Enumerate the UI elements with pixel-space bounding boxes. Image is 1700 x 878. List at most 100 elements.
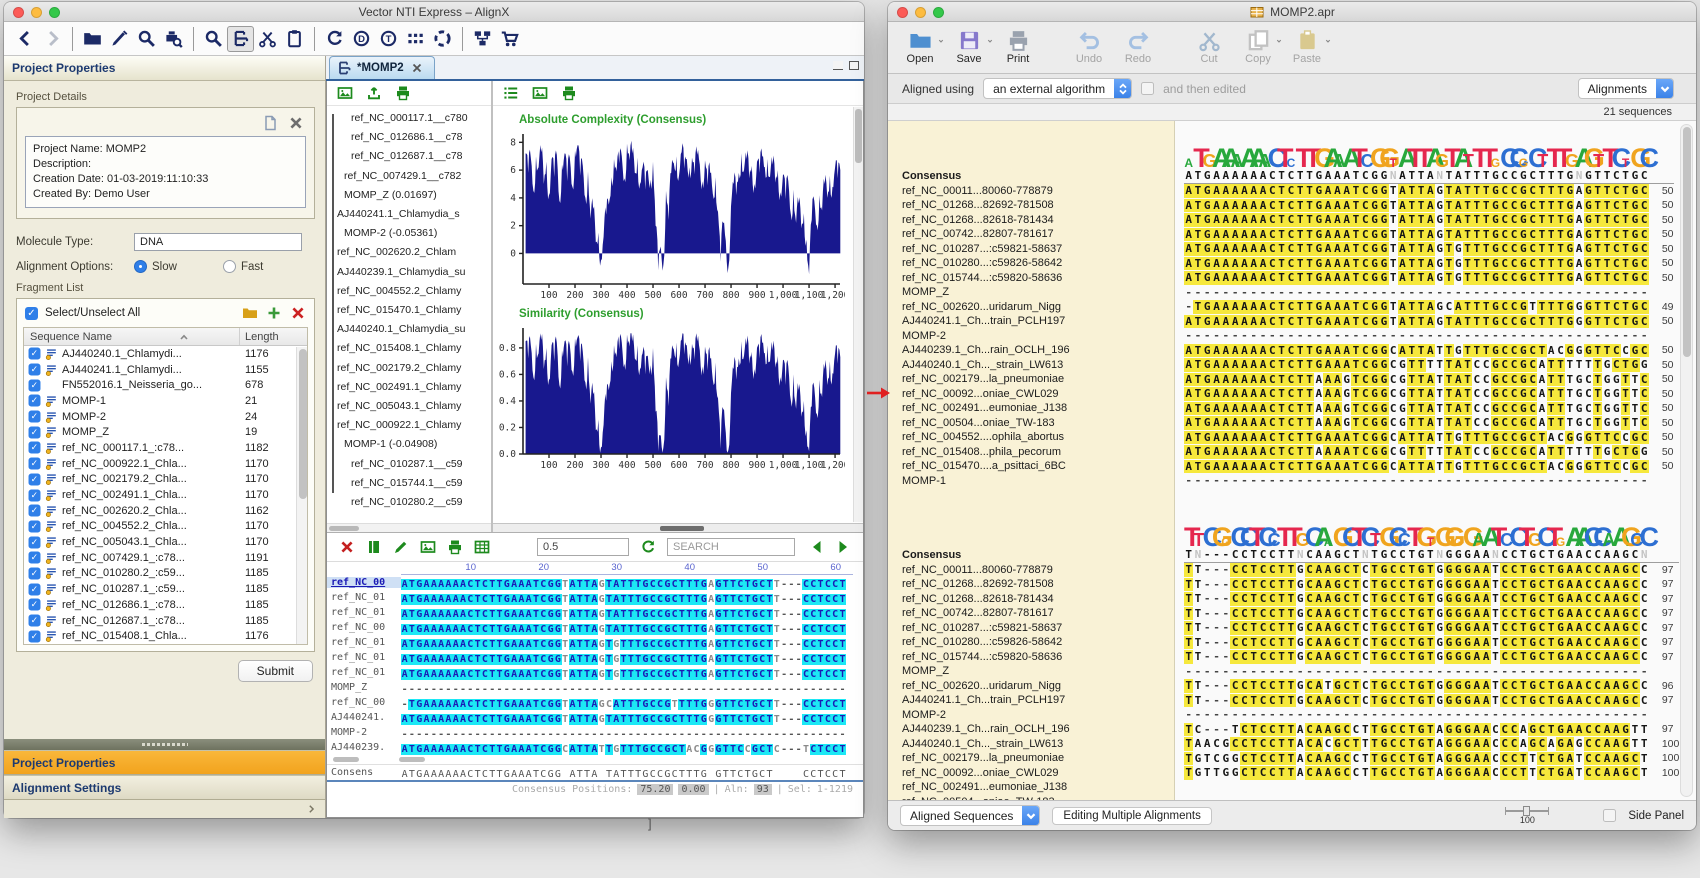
close-tab-icon[interactable] (409, 60, 425, 76)
alignments-dropdown[interactable]: Alignments (1578, 78, 1674, 99)
print-icon[interactable] (561, 85, 577, 101)
next-icon[interactable] (835, 539, 851, 555)
sequence-name[interactable]: ref_NC_010287...:c59821-58637 (902, 242, 1175, 257)
tree-item[interactable]: MOMP-1 (-0.04908) (337, 435, 491, 454)
fragment-row[interactable]: ✓ref_NC_012687.1_:c78...1185 (24, 613, 307, 629)
fragment-row[interactable]: ✓AJ440240.1_Chlamydi...1176 (24, 346, 307, 362)
tree-item[interactable]: ref_NC_015470.1_Chlamy (337, 301, 491, 320)
charts-hscrollbar[interactable] (493, 523, 863, 532)
sequence-name[interactable]: AJ440240.1_Ch..._strain_LW613 (902, 737, 1175, 752)
sequence-name[interactable]: ref_NC_015408...phila_pecorum (902, 445, 1175, 460)
aligned-sequence-row[interactable]: TT---CCTCCTTGCAAGCTCTGCCTGTGGGGAATCCTGCT… (1184, 592, 1679, 607)
refresh-icon[interactable] (640, 539, 656, 555)
fragment-row[interactable]: ✓ref_NC_000922.1_Chla...1170 (24, 456, 307, 472)
tree-item[interactable]: ref_NC_010280.2__c59 (337, 493, 491, 512)
aligned-sequence-row[interactable]: TGTCGGCTCCTTACAAGCCTTGCCTGTAGGGAACCCTTCT… (1184, 751, 1679, 766)
edit-icon[interactable] (393, 539, 409, 555)
tree-item[interactable]: ref_NC_002491.1_Chlamy (337, 378, 491, 397)
traffic-lights[interactable] (897, 7, 944, 18)
minimize-traffic-icon[interactable] (915, 7, 926, 18)
tree-item[interactable]: ref_NC_002620.2_Chlam (337, 243, 491, 262)
fragment-row[interactable]: ✓ref_NC_007429.1_:c78...1191 (24, 550, 307, 566)
sequence-name[interactable]: ref_NC_015744...:c59820-58636 (902, 271, 1175, 286)
sequence-name[interactable]: AJ440240.1_Ch..._strain_LW613 (902, 358, 1175, 373)
molecule-type-field[interactable] (134, 233, 302, 251)
slow-radio[interactable]: Slow (134, 260, 177, 273)
tree-item[interactable]: MOMP_Z (0.01697) (337, 186, 491, 205)
minimize-view-icon[interactable] (833, 61, 843, 70)
sequence-name[interactable]: ref_NC_002620...uridarum_Nigg (902, 300, 1175, 315)
scissors-button[interactable] (254, 26, 281, 52)
print-button[interactable]: Print (1000, 27, 1036, 65)
editing-mode-box[interactable]: Editing Multiple Alignments (1052, 807, 1211, 825)
sequence-name[interactable]: ref_NC_00092...oniae_CWL029 (902, 766, 1175, 781)
fragment-row[interactable]: ✓ref_NC_010287.1_:c59...1185 (24, 581, 307, 597)
aligned-sequence-row[interactable]: TT---CCTCCTTGCAAGCTCTGCCTGTGGGGAATCCTGCT… (1184, 577, 1679, 592)
sequence-name[interactable]: ref_NC_00011...80060-778879 (902, 563, 1175, 578)
tree-item[interactable]: ref_NC_005043.1_Chlamy (337, 397, 491, 416)
sequence-name[interactable]: MOMP-2 (902, 329, 1175, 344)
feather-tool-button[interactable] (106, 26, 133, 52)
sequence-name[interactable]: ref_NC_00742...82807-781617 (902, 606, 1175, 621)
aligned-sequence-row[interactable]: TGTTGGCTCCTTACAAGCCTTGCCTGTAGGGAACCCTTCT… (1184, 766, 1679, 781)
fragment-row[interactable]: ✓ref_NC_005043.1_Chla...1170 (24, 534, 307, 550)
accordion-project-properties[interactable]: Project Properties (4, 750, 325, 775)
sequence-name[interactable]: ref_NC_002179...la_pneumoniae (902, 751, 1175, 766)
fragment-row[interactable]: ✓ref_NC_004552.2_Chla...1170 (24, 519, 307, 535)
aligned-sequences-dropdown[interactable]: Aligned Sequences (900, 805, 1040, 826)
fragment-row[interactable]: ✓FN552016.1_Neisseria_go...678 (24, 377, 307, 393)
sequence-name[interactable]: ref_NC_01268...82618-781434 (902, 213, 1175, 228)
charts-vscrollbar[interactable] (853, 107, 863, 522)
maximize-view-icon[interactable] (849, 61, 859, 70)
circle-t-button[interactable]: T (375, 26, 402, 52)
save-button[interactable]: Save (951, 27, 987, 65)
sequence-name[interactable]: ref_NC_010280...:c59826-58642 (902, 256, 1175, 271)
fragment-row[interactable]: ✓ref_NC_012686.1_:c78...1185 (24, 597, 307, 613)
fragment-row[interactable]: ✓MOMP-224 (24, 409, 307, 425)
sequence-name[interactable]: ref_NC_00742...82807-781617 (902, 227, 1175, 242)
sequence-name[interactable]: ref_NC_002179...la_pneumoniae (902, 372, 1175, 387)
panel-splitter[interactable] (4, 739, 325, 750)
sequence-name[interactable]: AJ440239.1_Ch...rain_OCLH_196 (902, 343, 1175, 358)
fragment-row[interactable]: ✓AJ440241.1_Chlamydi...1155 (24, 362, 307, 378)
zoom-slider[interactable]: 100 (1499, 806, 1555, 825)
aligned-sequence-row[interactable]: ATGAAAAAACTCTTGAAATCGGTATTAGTATTTGCCGCTT… (1184, 184, 1674, 199)
threshold-input[interactable] (537, 538, 629, 556)
aligned-sequence-row[interactable]: TAACGCCTCCTTACACGCTTTGCCTGTAGGGAACCCAGCA… (1184, 737, 1679, 752)
accordion-alignment-settings[interactable]: Alignment Settings (4, 775, 325, 800)
sequence-name[interactable]: ref_NC_01268...82692-781508 (902, 577, 1175, 592)
zoom-traffic-icon[interactable] (49, 7, 60, 18)
search-input[interactable] (667, 538, 795, 556)
export-image-icon[interactable] (532, 85, 548, 101)
loop-button[interactable] (429, 26, 456, 52)
aligned-sequence-row[interactable]: ATGAAAAAACTCTTGAAATCGGTATTAGTATTTGCCGCTT… (1184, 314, 1674, 329)
sequence-name[interactable]: ref_NC_01268...82692-781508 (902, 198, 1175, 213)
cart-button[interactable] (496, 26, 523, 52)
sequence-name[interactable]: ref_NC_002491...eumoniae_J138 (902, 401, 1175, 416)
sequence-name[interactable]: MOMP_Z (902, 664, 1175, 679)
export-image-icon[interactable] (420, 539, 436, 555)
fragment-row[interactable]: ✓ref_NC_002179.2_Chla...1170 (24, 472, 307, 488)
aligned-sequence-row[interactable]: ATGAAAAAACTCTTAAAGTCGGCGTTATTATCCGCCGCAT… (1184, 416, 1674, 431)
clipboard-button[interactable] (281, 26, 308, 52)
aligned-sequence-row[interactable]: TT---CCTCCTTGCAAGCTCTGCCTGTGGGGAATCCTGCT… (1184, 606, 1679, 621)
sequence-name[interactable]: ref_NC_015744...:c59820-58636 (902, 650, 1175, 665)
new-project-button[interactable] (79, 26, 106, 52)
dot-matrix-button[interactable] (402, 26, 429, 52)
circle-d-button[interactable]: D (348, 26, 375, 52)
aligned-sequence-row[interactable]: ATGAAAAAACTCTTGAAATCGGCATTATTGTTTGCCGCTA… (1184, 343, 1674, 358)
sequence-name[interactable]: ref_NC_002620...uridarum_Nigg (902, 679, 1175, 694)
sequence-name[interactable]: ref_NC_00504...oniae_TW-183 (902, 416, 1175, 431)
add-fragment-icon[interactable] (266, 305, 282, 321)
close-traffic-icon[interactable] (897, 7, 908, 18)
sequence-name[interactable]: ref_NC_00011...80060-778879 (902, 184, 1175, 199)
aligned-sequence-row[interactable]: ATGAAAAAACTCTTGAAATCGGTATTAGTATTTGCCGCTT… (1184, 198, 1674, 213)
sequence-name[interactable]: ref_NC_00504...oniae_TW-183 (902, 795, 1175, 801)
sequence-name[interactable]: ref_NC_010280...:c59826-58642 (902, 635, 1175, 650)
and-then-edited-checkbox[interactable] (1141, 82, 1154, 95)
hierarchy-button[interactable] (469, 26, 496, 52)
aligned-sequence-row[interactable]: ATGAAAAAACTCTTGAAATCGGCATTATTGTTTGCCGCTA… (1184, 459, 1674, 474)
zoom-traffic-icon[interactable] (933, 7, 944, 18)
aligned-sequence-row[interactable]: TT---CCTCCTTGCATGCTCTGCCTGTGGGGAATCCTGCT… (1184, 679, 1679, 694)
aligned-sequence-row[interactable]: TT---CCTCCTTGCAAGCTCTGCCTGTGGGGAATCCTGCT… (1184, 563, 1679, 578)
